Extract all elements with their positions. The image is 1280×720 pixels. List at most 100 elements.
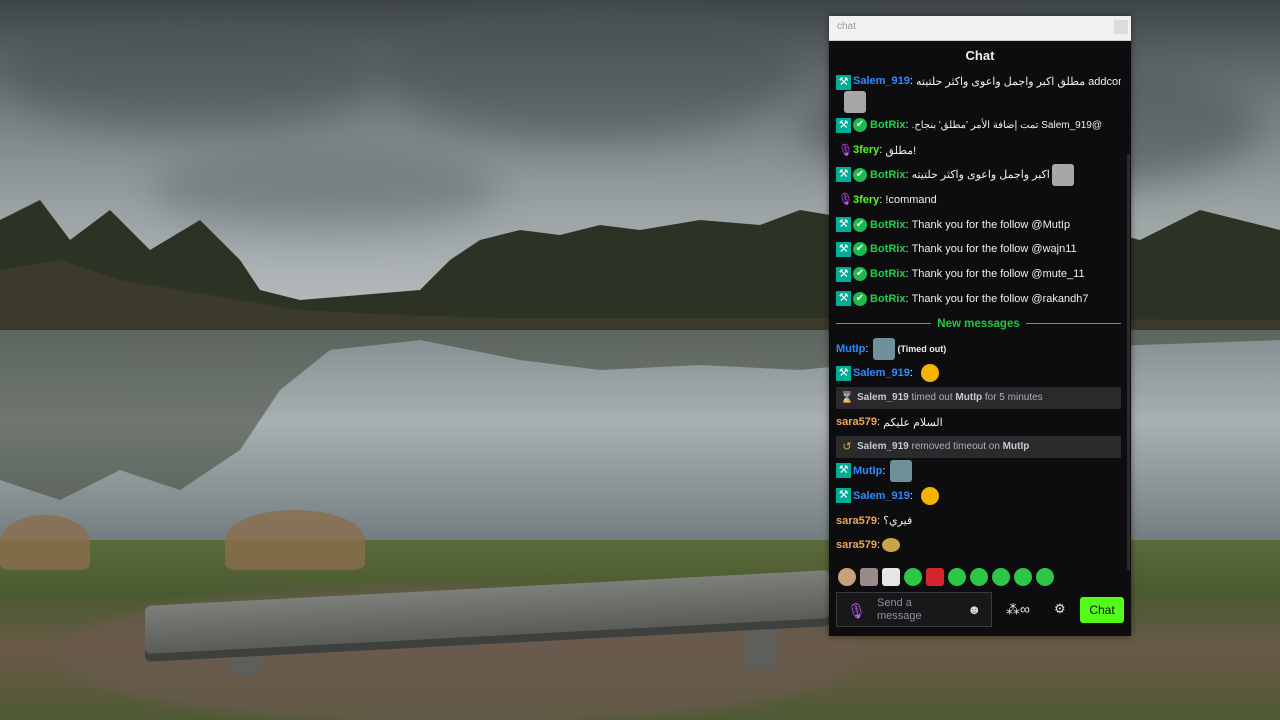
cat-emote-icon <box>890 459 913 482</box>
duck-emote-icon <box>921 486 940 505</box>
green-laugh-emote-icon[interactable] <box>1036 568 1054 586</box>
chat-message: ⚒ MutIp: <box>836 459 1121 484</box>
quick-emote-bar <box>838 568 1054 586</box>
hourglass-icon: ⌛ <box>840 392 854 405</box>
chat-message: ⚒ ✔ BotRix: Thank you for the follow @mu… <box>836 262 1121 287</box>
username[interactable]: sara579 <box>836 515 877 527</box>
undo-icon: ↺ <box>842 441 852 454</box>
chat-input-row: 🎙 Send a message ☻ ⁂∞ ⚙ Chat <box>836 592 1124 628</box>
verified-badge-icon: ✔ <box>853 267 867 282</box>
monkey-emote-icon[interactable] <box>838 568 856 586</box>
chat-message: ⚒ Salem_919: !addcom مطلق اكبر واجمل واع… <box>836 71 1121 105</box>
moderator-badge-icon: ⚒ <box>836 463 851 479</box>
moderator-badge-icon: ⚒ <box>836 241 851 257</box>
target-user[interactable]: MutIp <box>1003 441 1030 452</box>
green-smile-emote-icon[interactable] <box>970 568 988 586</box>
verified-badge-icon: ✔ <box>853 242 867 257</box>
green-wink-emote-icon[interactable] <box>1014 568 1032 586</box>
photo-emote-icon[interactable] <box>860 568 878 586</box>
cow-emote-icon[interactable] <box>882 568 900 586</box>
username[interactable]: Salem_919 <box>853 490 910 502</box>
green-skull-emote-icon[interactable] <box>948 568 966 586</box>
username[interactable]: BotRix <box>870 169 905 181</box>
username[interactable]: BotRix <box>870 293 905 305</box>
chat-message: ⚒ ✔ BotRix: Thank you for the follow @Mu… <box>836 212 1121 237</box>
moderator-name[interactable]: Salem_919 <box>857 392 909 403</box>
username[interactable]: MutIp <box>853 465 882 477</box>
message-text: !مطلق <box>885 144 917 157</box>
chat-message: ⚒ Salem_919: <box>836 361 1121 386</box>
message-text: Thank you for the follow @wajn11 <box>911 243 1077 256</box>
message-list: ⚒ Salem_919: !addcom مطلق اكبر واجمل واع… <box>836 71 1121 558</box>
system-action: timed out <box>911 392 953 404</box>
chat-message: ⚒ ✔ BotRix: Thank you for the follow @ra… <box>836 287 1121 312</box>
blob-emote-icon <box>882 538 901 553</box>
chat-message: MutIp: (Timed out) <box>836 336 1121 361</box>
gear-icon[interactable]: ⚙ <box>1054 601 1066 617</box>
verified-badge-icon: ✔ <box>853 291 867 306</box>
channel-points-icon[interactable]: ⁂∞ <box>1006 601 1030 618</box>
verified-badge-icon: ✔ <box>853 118 867 133</box>
message-text: Thank you for the follow @mute_11 <box>911 268 1085 281</box>
chat-message: sara579: السلام عليكم <box>836 416 943 429</box>
moderator-badge-icon: ⚒ <box>836 117 851 133</box>
green-face-emote-icon[interactable] <box>904 568 922 586</box>
message-text: Thank you for the follow @MutIp <box>911 218 1071 231</box>
username[interactable]: Salem_919 <box>853 75 910 87</box>
moderator-badge-icon: ⚒ <box>836 266 851 282</box>
message-input[interactable]: 🎙 Send a message ☻ <box>836 592 992 627</box>
username[interactable]: 3fery <box>853 194 879 206</box>
system-suffix: for 5 minutes <box>984 392 1043 404</box>
cat-emote-icon <box>873 337 896 360</box>
username[interactable]: BotRix <box>870 219 905 231</box>
chat-message: ⚒ ✔ BotRix: @Salem_919 تمت إضافة الأمر '… <box>836 113 1121 138</box>
new-messages-label: New messages <box>937 317 1020 330</box>
window-control-button[interactable] <box>1114 20 1128 34</box>
emoji-icon[interactable]: ☻ <box>967 602 981 617</box>
username[interactable]: sara579 <box>836 539 877 551</box>
red-face-emote-icon[interactable] <box>926 568 944 586</box>
moderator-badge-icon: ⚒ <box>836 217 851 233</box>
username[interactable]: BotRix <box>870 119 905 131</box>
send-chat-button[interactable]: Chat <box>1080 597 1124 623</box>
message-text: !command <box>885 193 937 206</box>
username[interactable]: MutIp <box>836 343 865 355</box>
username[interactable]: BotRix <box>870 268 905 280</box>
moderator-badge-icon: ⚒ <box>836 291 851 307</box>
window-title: chat <box>837 21 856 32</box>
moderator-badge-icon: ⚒ <box>836 365 851 381</box>
bench-leg <box>745 630 777 670</box>
window-titlebar[interactable]: chat <box>829 16 1131 41</box>
verified-badge-icon: ✔ <box>853 167 867 182</box>
moderator-name[interactable]: Salem_919 <box>857 441 909 452</box>
mic-badge-icon: 🎙 <box>838 192 854 207</box>
moderator-badge-icon: ⚒ <box>836 75 851 90</box>
green-alien-emote-icon[interactable] <box>992 568 1010 586</box>
chat-message: sara579: <box>836 533 1121 558</box>
message-text: اكبر واجمل واعوى واكثر حلتيته <box>911 169 1050 182</box>
new-messages-divider: New messages <box>836 311 1121 336</box>
chat-message: ⚒ ✔ BotRix: اكبر واجمل واعوى واكثر حلتيت… <box>836 163 1121 188</box>
target-user[interactable]: MutIp <box>955 392 982 403</box>
mic-badge-icon: 🎙 <box>838 142 854 157</box>
scrollbar[interactable] <box>1127 154 1130 570</box>
username[interactable]: Salem_919 <box>853 367 910 379</box>
mic-icon: 🎙 <box>847 603 867 620</box>
message-text: فيري؟ <box>883 515 913 528</box>
rock-emote-icon <box>1051 163 1074 186</box>
moderator-badge-icon: ⚒ <box>836 488 851 504</box>
username[interactable]: sara579 <box>836 416 877 428</box>
system-message: ↺ Salem_919 removed timeout on MutIp <box>836 435 1121 458</box>
system-message: ⌛ Salem_919 timed out MutIp for 5 minute… <box>836 386 1121 409</box>
username[interactable]: BotRix <box>870 243 905 255</box>
timed-out-label: (Timed out) <box>897 343 947 354</box>
chat-message: ⚒ ✔ BotRix: Thank you for the follow @wa… <box>836 237 1121 262</box>
message-text: !addcom مطلق اكبر واجمل واعوى واكثر حلتي… <box>916 76 1121 88</box>
message-text: Thank you for the follow @rakandh7 <box>911 292 1089 305</box>
message-input-placeholder: Send a message <box>877 597 922 622</box>
system-action: removed timeout on <box>911 441 1000 453</box>
username[interactable]: 3fery <box>853 144 879 156</box>
chat-message: 🎙 3fery: !command <box>838 192 937 207</box>
moderator-badge-icon: ⚒ <box>836 167 851 183</box>
chat-window: chat Chat ⚒ Salem_919: !addcom مطلق اكبر… <box>829 16 1131 636</box>
